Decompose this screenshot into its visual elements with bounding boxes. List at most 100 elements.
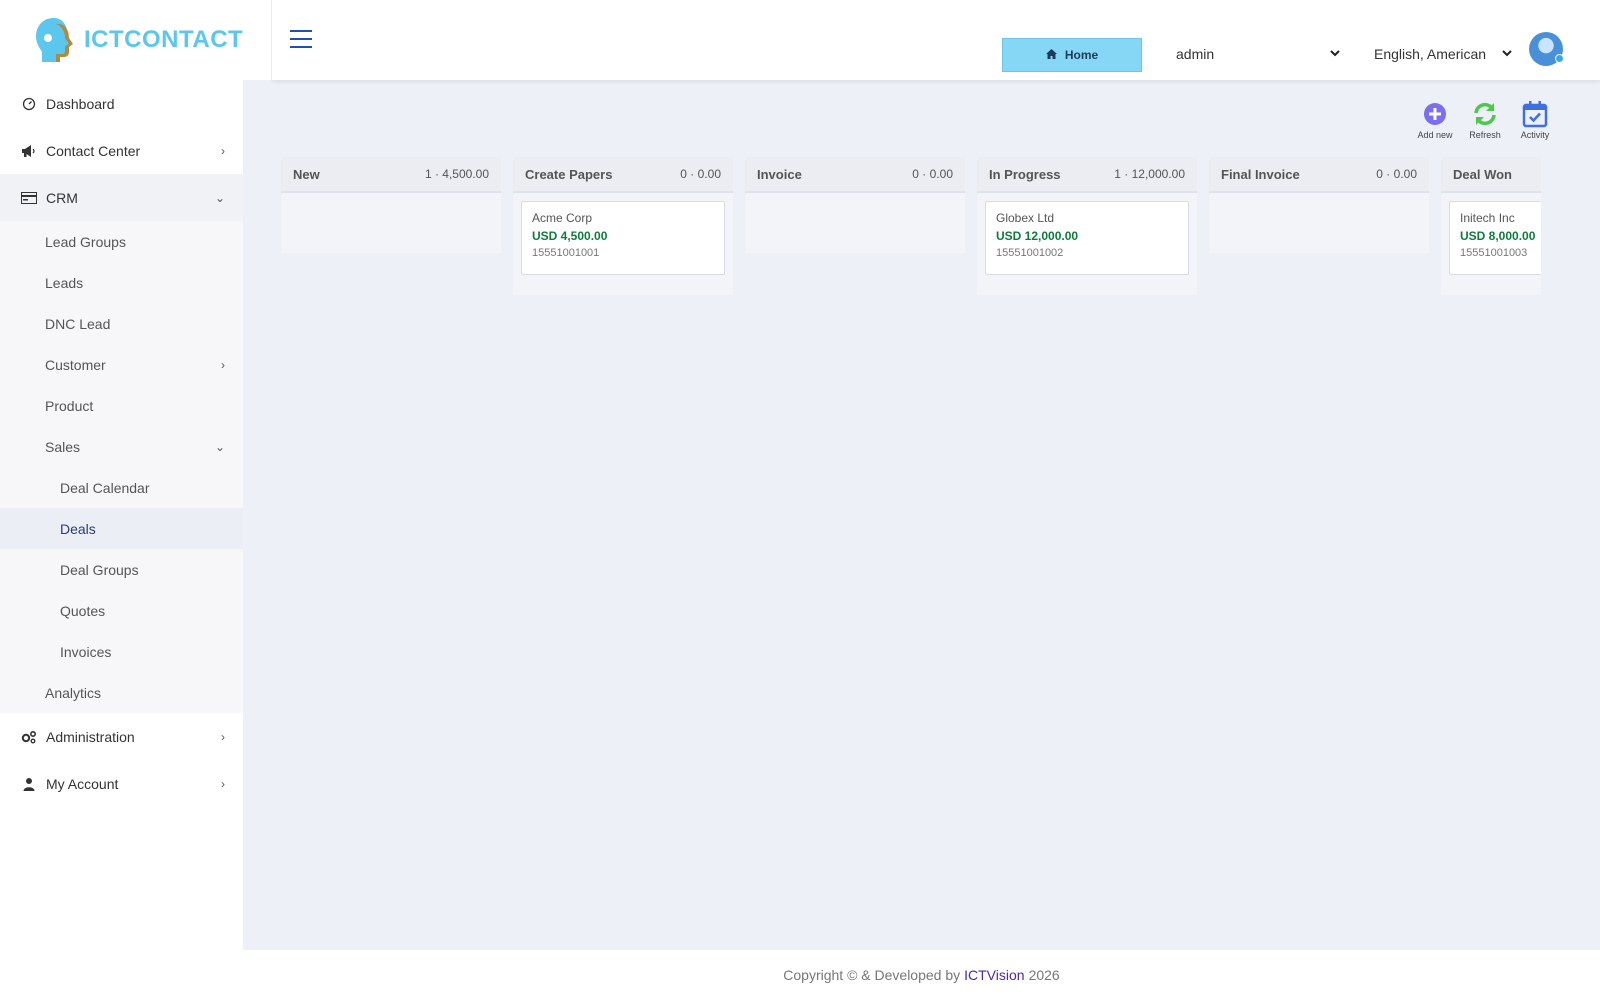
column-header: Create Papers 0 · 0.00 — [513, 157, 733, 193]
sidebar-item-label: Deals — [60, 520, 96, 537]
sidebar-item-crm[interactable]: CRM ⌄ — [0, 174, 243, 221]
sidebar-item-label: Analytics — [45, 684, 102, 701]
toolbar: Add new Refresh Activity — [1410, 100, 1560, 140]
chevron-down-icon — [1330, 48, 1340, 60]
sidebar-item-sales[interactable]: Sales ⌄ — [0, 426, 243, 467]
sidebar-item-deal-calendar[interactable]: Deal Calendar — [0, 467, 243, 508]
column-body[interactable] — [281, 193, 501, 253]
column-body[interactable]: Acme Corp USD 4,500.00 15551001001 — [513, 193, 733, 295]
deal-amount: USD 12,000.00 — [996, 229, 1079, 243]
column-header: Invoice 0 · 0.00 — [745, 157, 965, 193]
deal-phone: 15551001003 — [1460, 247, 1528, 259]
sidebar-item-label: Quotes — [60, 602, 106, 619]
online-status-dot — [1555, 54, 1564, 63]
chevron-down-icon: ⌄ — [214, 190, 225, 205]
logo-text: ICTCONTACT — [84, 26, 244, 53]
footer-year: 2026 — [1028, 967, 1060, 983]
sidebar-item-label: Contact Center — [46, 142, 141, 159]
kanban-column-create-papers: Create Papers 0 · 0.00 Acme Corp USD 4,5… — [513, 157, 733, 295]
sidebar-item-label: CRM — [46, 189, 78, 206]
deal-amount: USD 4,500.00 — [532, 229, 608, 243]
refresh-icon — [1474, 102, 1496, 126]
logo[interactable]: ICTCONTACT — [0, 0, 272, 80]
column-header: Deal Won — [1441, 157, 1541, 193]
user-select[interactable]: admin — [1176, 46, 1340, 62]
sidebar-item-dashboard[interactable]: Dashboard — [0, 80, 243, 127]
sidebar-item-deals[interactable]: Deals — [0, 508, 243, 549]
column-body[interactable]: Initech Inc USD 8,000.00 15551001003 — [1441, 193, 1541, 295]
sidebar-item-leads[interactable]: Leads — [0, 262, 243, 303]
sidebar-item-label: Dashboard — [46, 95, 115, 112]
home-button-label: Home — [1064, 48, 1099, 62]
activity-label: Activity — [1520, 130, 1550, 140]
sidebar-item-label: Deal Groups — [60, 561, 139, 578]
sidebar-item-invoices[interactable]: Invoices — [0, 631, 243, 672]
footer-copyright: Copyright © & Developed by — [783, 967, 961, 983]
refresh-button[interactable]: Refresh — [1460, 100, 1510, 140]
sidebar-item-label: Lead Groups — [45, 233, 126, 250]
sidebar-item-quotes[interactable]: Quotes — [0, 590, 243, 631]
chevron-down-icon: ⌄ — [214, 439, 225, 454]
column-stats: 1 · 12,000.00 — [1114, 167, 1185, 181]
sidebar-item-lead-groups[interactable]: Lead Groups — [0, 221, 243, 262]
deal-company: Globex Ltd — [996, 211, 1055, 225]
deal-phone: 15551001001 — [532, 247, 600, 259]
refresh-label: Refresh — [1469, 130, 1501, 140]
sidebar-item-label: Invoices — [60, 643, 112, 660]
column-stats: 0 · 0.00 — [680, 167, 721, 181]
chevron-right-icon: › — [221, 357, 225, 372]
user-select-value: admin — [1176, 46, 1215, 62]
deal-amount: USD 8,000.00 — [1460, 229, 1536, 243]
sidebar-item-contact-center[interactable]: Contact Center › — [0, 127, 243, 174]
crm-submenu: Lead Groups Leads DNC Lead Customer › Pro… — [0, 221, 243, 713]
megaphone-icon — [20, 144, 38, 158]
calendar-check-icon — [1522, 101, 1548, 128]
sidebar-item-label: Leads — [45, 274, 84, 291]
column-title: Invoice — [757, 166, 802, 182]
sidebar-item-deal-groups[interactable]: Deal Groups — [0, 549, 243, 590]
column-header: In Progress 1 · 12,000.00 — [977, 157, 1197, 193]
plus-circle-icon — [1424, 103, 1446, 125]
kanban-column-final-invoice: Final Invoice 0 · 0.00 — [1209, 157, 1429, 253]
add-new-label: Add new — [1417, 130, 1453, 140]
column-body[interactable] — [745, 193, 965, 253]
footer-brand-link[interactable]: ICTVision — [964, 967, 1024, 983]
chevron-down-icon — [1502, 48, 1512, 60]
footer: Copyright © & Developed by ICTVision 202… — [243, 950, 1600, 1000]
avatar[interactable] — [1529, 32, 1564, 66]
sidebar-item-label: Customer — [45, 356, 106, 373]
column-title: In Progress — [989, 166, 1061, 182]
language-select[interactable]: English, American — [1374, 46, 1512, 62]
sidebar-item-administration[interactable]: Administration › — [0, 713, 243, 760]
column-stats: 0 · 0.00 — [1376, 167, 1417, 181]
kanban-column-in-progress: In Progress 1 · 12,000.00 Globex Ltd USD… — [977, 157, 1197, 295]
deal-card[interactable]: Globex Ltd USD 12,000.00 15551001002 — [985, 201, 1189, 275]
sidebar-item-label: DNC Lead — [45, 315, 111, 332]
add-new-button[interactable]: Add new — [1410, 100, 1460, 140]
chevron-right-icon: › — [221, 729, 225, 744]
hamburger-menu-icon[interactable] — [290, 30, 312, 50]
sidebar: ICTCONTACT Dashboard Contact Center › CR… — [0, 0, 272, 1000]
deal-card[interactable]: Initech Inc USD 8,000.00 15551001003 — [1449, 201, 1541, 275]
deal-phone: 15551001002 — [996, 247, 1064, 259]
deal-card[interactable]: Acme Corp USD 4,500.00 15551001001 — [521, 201, 725, 275]
sidebar-item-analytics[interactable]: Analytics — [0, 672, 243, 713]
main-content: Add new Refresh Activity New 1 · 4,500.0… — [243, 80, 1600, 950]
language-select-value: English, American — [1374, 46, 1487, 62]
deal-company: Acme Corp — [532, 211, 593, 225]
home-button[interactable]: Home — [1002, 38, 1142, 72]
column-body[interactable]: Globex Ltd USD 12,000.00 15551001002 — [977, 193, 1197, 295]
sidebar-item-product[interactable]: Product — [0, 385, 243, 426]
sidebar-item-customer[interactable]: Customer › — [0, 344, 243, 385]
column-body[interactable] — [1209, 193, 1429, 253]
sidebar-item-dnc-lead[interactable]: DNC Lead — [0, 303, 243, 344]
column-stats: 1 · 4,500.00 — [424, 167, 489, 181]
top-header: Home admin English, American — [272, 0, 1600, 80]
column-header: New 1 · 4,500.00 — [281, 157, 501, 193]
sidebar-item-my-account[interactable]: My Account › — [0, 760, 243, 807]
kanban-column-deal-won: Deal Won Initech Inc USD 8,000.00 155510… — [1441, 157, 1541, 295]
column-title: Create Papers — [525, 166, 613, 182]
logo-head-icon — [36, 18, 73, 62]
column-title: Deal Won — [1453, 166, 1512, 182]
activity-button[interactable]: Activity — [1510, 100, 1560, 140]
